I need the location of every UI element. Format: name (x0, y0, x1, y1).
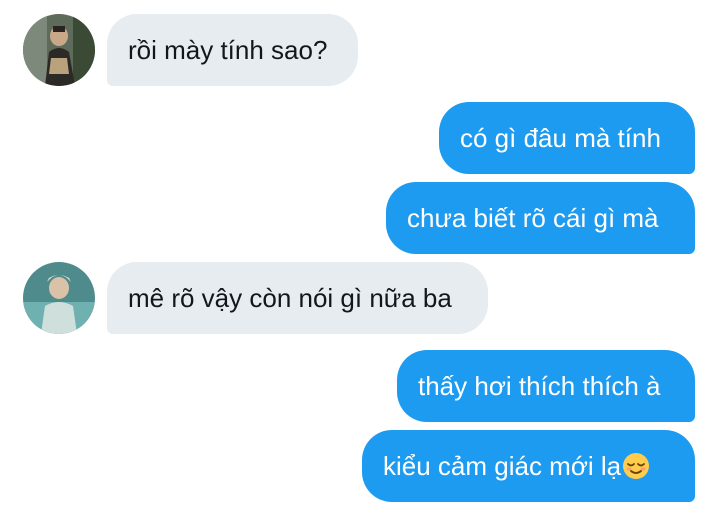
message-text: rồi mày tính sao? (128, 35, 328, 65)
message-bubble-incoming[interactable]: mê rõ vậy còn nói gì nữa ba (107, 262, 488, 334)
relieved-face-icon (622, 452, 650, 480)
message-text: có gì đâu mà tính (460, 123, 661, 153)
avatar[interactable] (23, 14, 95, 86)
message-bubble-incoming[interactable]: rồi mày tính sao? (107, 14, 358, 86)
avatar-photo-icon (23, 14, 95, 86)
avatar[interactable] (23, 262, 95, 334)
message-bubble-outgoing[interactable]: thấy hơi thích thích à (397, 350, 695, 422)
message-text: chưa biết rõ cái gì mà (407, 203, 659, 233)
message-bubble-outgoing[interactable]: có gì đâu mà tính (439, 102, 695, 174)
message-text: mê rõ vậy còn nói gì nữa ba (128, 283, 452, 313)
message-bubble-outgoing[interactable]: kiểu cảm giác mới lạ (362, 430, 695, 502)
message-bubble-outgoing[interactable]: chưa biết rõ cái gì mà (386, 182, 695, 254)
avatar-photo-icon (23, 262, 95, 334)
message-text: thấy hơi thích thích à (418, 371, 661, 401)
message-text: kiểu cảm giác mới lạ (383, 451, 622, 481)
